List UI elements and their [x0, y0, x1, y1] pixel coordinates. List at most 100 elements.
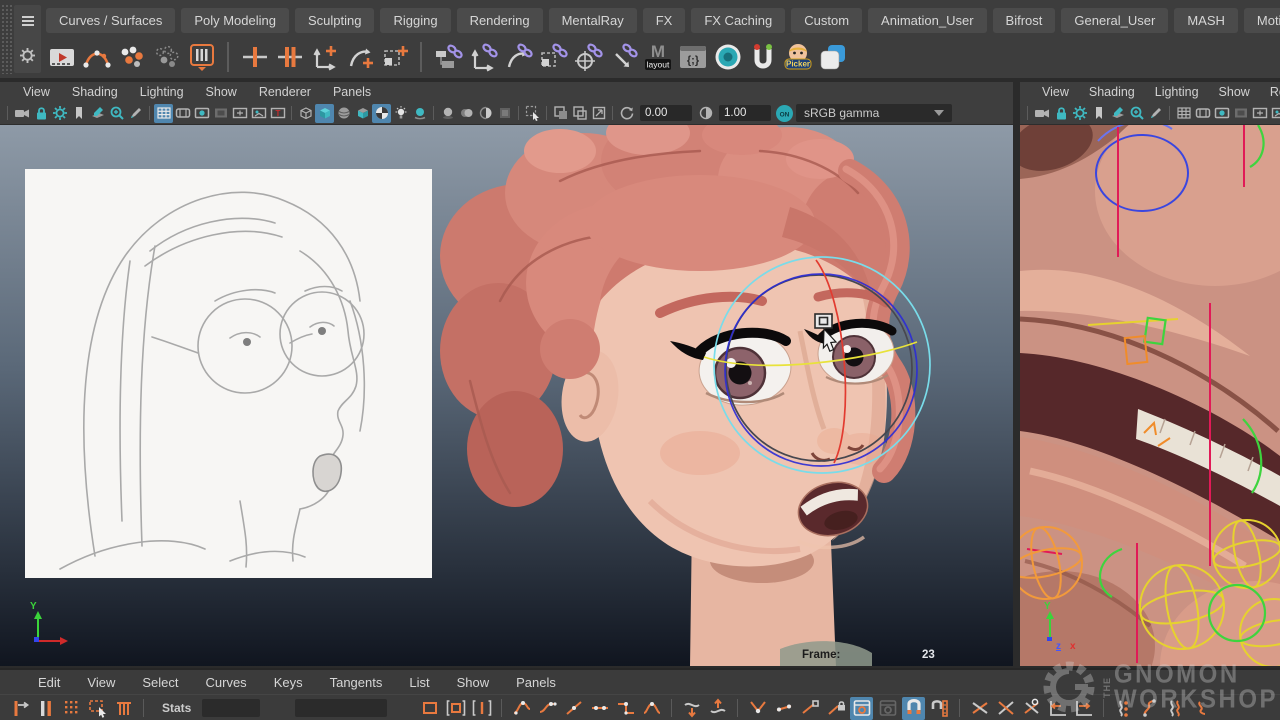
curve-oscillate-icon[interactable]: [1164, 697, 1187, 720]
menu-lighting[interactable]: Lighting: [129, 85, 195, 99]
menu-shading[interactable]: Shading: [1079, 85, 1145, 99]
resolution-gate-icon[interactable]: [1212, 104, 1231, 123]
plateau-tangent-icon[interactable]: [640, 697, 663, 720]
dof-icon[interactable]: [476, 104, 495, 123]
time-snap-icon[interactable]: [850, 697, 873, 720]
center-current-time-icon[interactable]: [470, 697, 493, 720]
menu-renderer[interactable]: Renderer: [248, 85, 322, 99]
zoom-region-icon[interactable]: [107, 104, 126, 123]
region-select-icon[interactable]: [86, 697, 109, 720]
motion-trail-icon[interactable]: [81, 42, 112, 73]
gear-icon[interactable]: [20, 48, 35, 63]
menu-tangents[interactable]: Tangents: [330, 675, 383, 690]
studio-picker-icon[interactable]: Picker: [782, 42, 813, 73]
frame-all-icon[interactable]: [418, 697, 441, 720]
menu-show[interactable]: Show: [1209, 85, 1260, 99]
menu-show[interactable]: Show: [457, 675, 490, 690]
lock-icon[interactable]: [31, 104, 50, 123]
grid-icon[interactable]: [154, 104, 173, 123]
gamma-select[interactable]: sRGB gamma: [796, 104, 952, 122]
scale-constraint-icon[interactable]: [537, 42, 568, 73]
frame-playback-icon[interactable]: [444, 697, 467, 720]
textured-cube-icon[interactable]: [353, 104, 372, 123]
snap-ruler-icon[interactable]: [928, 697, 951, 720]
layers-icon[interactable]: [817, 42, 848, 73]
menu-curves[interactable]: Curves: [206, 675, 247, 690]
aim-constraint-icon[interactable]: [572, 42, 603, 73]
stats-field-2[interactable]: [295, 699, 387, 717]
lattice-deform-keys-icon[interactable]: [60, 697, 83, 720]
image-plane-icon[interactable]: [88, 104, 107, 123]
unghost-icon[interactable]: [151, 42, 182, 73]
free-tangent-weight-icon[interactable]: [798, 697, 821, 720]
shelf-tab-custom[interactable]: Custom: [791, 8, 862, 33]
post-infinity-icon[interactable]: [1072, 697, 1095, 720]
safe-action-icon[interactable]: [230, 104, 249, 123]
move-key-icon[interactable]: [309, 42, 340, 73]
break-tangent-icon[interactable]: [746, 697, 769, 720]
textured-sphere-icon[interactable]: [334, 104, 353, 123]
gamma-toggle[interactable]: ON: [775, 104, 794, 123]
menu-lighting[interactable]: Lighting: [1145, 85, 1209, 99]
pole-vector-icon[interactable]: [607, 42, 638, 73]
grip-strip[interactable]: [1, 4, 13, 74]
gear-icon[interactable]: [50, 104, 69, 123]
hamburger-icon[interactable]: [21, 15, 35, 27]
grid-icon[interactable]: [1174, 104, 1193, 123]
flat-tangent-icon[interactable]: [588, 697, 611, 720]
camera-icon[interactable]: [1032, 104, 1051, 123]
isolate-selected-icon[interactable]: [570, 104, 589, 123]
move-key-tool-icon[interactable]: [8, 697, 31, 720]
lock-tangent-weight-icon[interactable]: [824, 697, 847, 720]
shelf-tab-rendering[interactable]: Rendering: [457, 8, 543, 33]
shelf-tab-fx[interactable]: FX: [643, 8, 686, 33]
safe-title-icon[interactable]: [1269, 104, 1280, 123]
script-editor-icon[interactable]: {;}: [677, 42, 708, 73]
shelf-tab-bifrost[interactable]: Bifrost: [993, 8, 1056, 33]
hold-key-icon[interactable]: [274, 42, 305, 73]
maya-layout-icon[interactable]: Mlayout: [642, 42, 673, 73]
viewport-canvas[interactable]: Frame: 23 Y: [0, 125, 1013, 666]
lock-icon[interactable]: [1051, 104, 1070, 123]
camera-icon[interactable]: [12, 104, 31, 123]
hud-icon[interactable]: T: [268, 104, 287, 123]
orient-constraint-icon[interactable]: [502, 42, 533, 73]
curve-cycle-icon[interactable]: [1112, 697, 1135, 720]
safe-action-icon[interactable]: [1250, 104, 1269, 123]
menu-keys[interactable]: Keys: [274, 675, 303, 690]
gate-mask-icon[interactable]: [1231, 104, 1250, 123]
curve-offset-icon[interactable]: [1138, 697, 1161, 720]
bake-animation-icon[interactable]: [186, 42, 217, 73]
bookmark-icon[interactable]: [69, 104, 88, 123]
step-tangent-icon[interactable]: [614, 697, 637, 720]
menu-view[interactable]: View: [87, 675, 115, 690]
cross-icon[interactable]: [994, 697, 1017, 720]
shelf-tab-mash[interactable]: MASH: [1174, 8, 1238, 33]
pre-infinity-icon[interactable]: [1046, 697, 1069, 720]
spline-tangent-icon[interactable]: [510, 697, 533, 720]
contrast-field[interactable]: 1.00: [719, 105, 771, 121]
set-key-icon[interactable]: [239, 42, 270, 73]
ghost-icon[interactable]: [116, 42, 147, 73]
menu-list[interactable]: List: [409, 675, 429, 690]
grease-pencil-icon[interactable]: [1146, 104, 1165, 123]
film-gate-icon[interactable]: [1193, 104, 1212, 123]
wireframe-cube-icon[interactable]: [296, 104, 315, 123]
shelf-tab-general-user[interactable]: General_User: [1061, 8, 1168, 33]
playblast-icon[interactable]: [46, 42, 77, 73]
checker-icon[interactable]: [372, 104, 391, 123]
menu-panels[interactable]: Panels: [322, 85, 382, 99]
viewport-canvas[interactable]: Y z x: [1020, 125, 1280, 666]
linear-tangent-icon[interactable]: [562, 697, 585, 720]
lights-icon[interactable]: [391, 104, 410, 123]
bookmark-icon[interactable]: [1089, 104, 1108, 123]
clamped-tangent-icon[interactable]: [536, 697, 559, 720]
ao-icon[interactable]: [438, 104, 457, 123]
u-picker-icon[interactable]: [747, 42, 778, 73]
motion-blur-icon[interactable]: [457, 104, 476, 123]
menu-edit[interactable]: Edit: [38, 675, 60, 690]
value-snap-icon[interactable]: [902, 697, 925, 720]
rotate-key-icon[interactable]: [344, 42, 375, 73]
menu-view[interactable]: View: [12, 85, 61, 99]
retime-tool-icon[interactable]: [112, 697, 135, 720]
